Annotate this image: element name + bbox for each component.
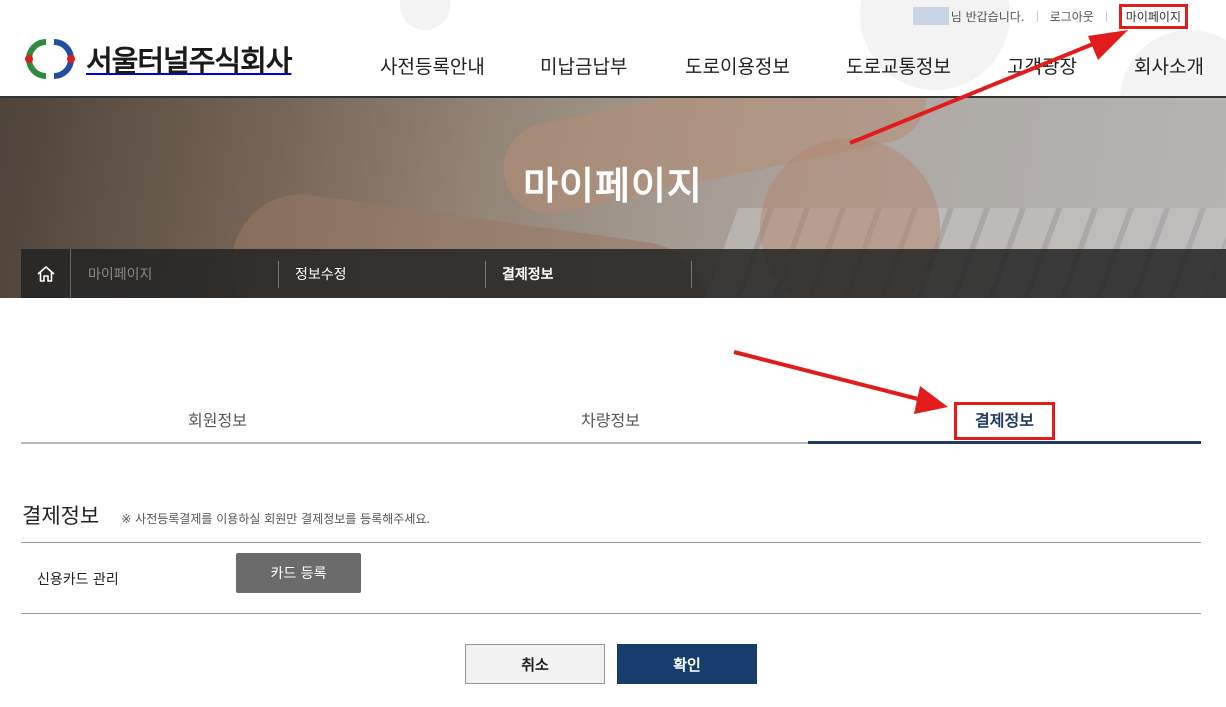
mypage-tabs: 회원정보 차량정보 결제정보: [21, 398, 1201, 444]
divider: [1036, 10, 1038, 22]
nav-company-intro[interactable]: 회사소개: [1134, 52, 1204, 79]
nav-road-traffic[interactable]: 도로교통정보: [846, 52, 951, 79]
nav-road-usage[interactable]: 도로이용정보: [685, 52, 790, 79]
logout-link[interactable]: 로그아웃: [1050, 8, 1094, 25]
breadcrumb-divider: [691, 261, 692, 288]
section-header: 결제정보 ※ 사전등록결제를 이용하실 회원만 결제정보를 등록해주세요.: [22, 500, 430, 530]
section-title: 결제정보: [22, 504, 100, 528]
credit-card-row: 신용카드 관리 카드 등록: [21, 542, 1201, 614]
breadcrumb-home[interactable]: [21, 249, 71, 298]
cancel-button[interactable]: 취소: [465, 644, 605, 684]
mypage-link[interactable]: 마이페이지: [1118, 3, 1188, 29]
tab-member-info[interactable]: 회원정보: [21, 398, 414, 444]
main-navigation: 사전등록안내 미납금납부 도로이용정보 도로교통정보 고객광장 회사소개: [0, 52, 1226, 82]
confirm-button[interactable]: 확인: [617, 644, 757, 684]
section-note: ※ 사전등록결제를 이용하실 회원만 결제정보를 등록해주세요.: [121, 512, 431, 526]
tab-vehicle-info[interactable]: 차량정보: [414, 398, 807, 444]
hero-banner: 마이페이지 마이페이지 정보수정 결제정보: [0, 98, 1226, 298]
site-header: 서울터널주식회사 사전등록안내 미납금납부 도로이용정보 도로교통정보 고객광장…: [0, 26, 1226, 98]
breadcrumb: 마이페이지 정보수정 결제정보: [21, 249, 1226, 298]
divider: [1105, 10, 1107, 22]
greeting-text: 님 반갑습니다.: [950, 9, 1025, 24]
tab-label: 회원정보: [188, 411, 247, 430]
home-icon: [36, 265, 55, 282]
user-name-redacted: [912, 7, 949, 25]
tab-label: 차량정보: [581, 411, 640, 430]
breadcrumb-item[interactable]: 마이페이지: [72, 249, 152, 298]
breadcrumb-item-current[interactable]: 결제정보: [486, 249, 554, 298]
credit-card-label: 신용카드 관리: [37, 572, 119, 588]
register-card-button[interactable]: 카드 등록: [236, 553, 361, 593]
utility-bar: 님 반갑습니다. 로그아웃 마이페이지: [912, 3, 1188, 29]
page-title: 마이페이지: [523, 164, 703, 208]
nav-unpaid-payment[interactable]: 미납금납부: [540, 52, 627, 79]
breadcrumb-item[interactable]: 정보수정: [279, 249, 347, 298]
nav-customer-plaza[interactable]: 고객광장: [1007, 52, 1077, 79]
arrow-line: [733, 350, 919, 401]
tab-label: 결제정보: [954, 402, 1055, 440]
nav-pre-registration[interactable]: 사전등록안내: [380, 52, 485, 79]
tab-payment-info[interactable]: 결제정보: [808, 398, 1201, 444]
